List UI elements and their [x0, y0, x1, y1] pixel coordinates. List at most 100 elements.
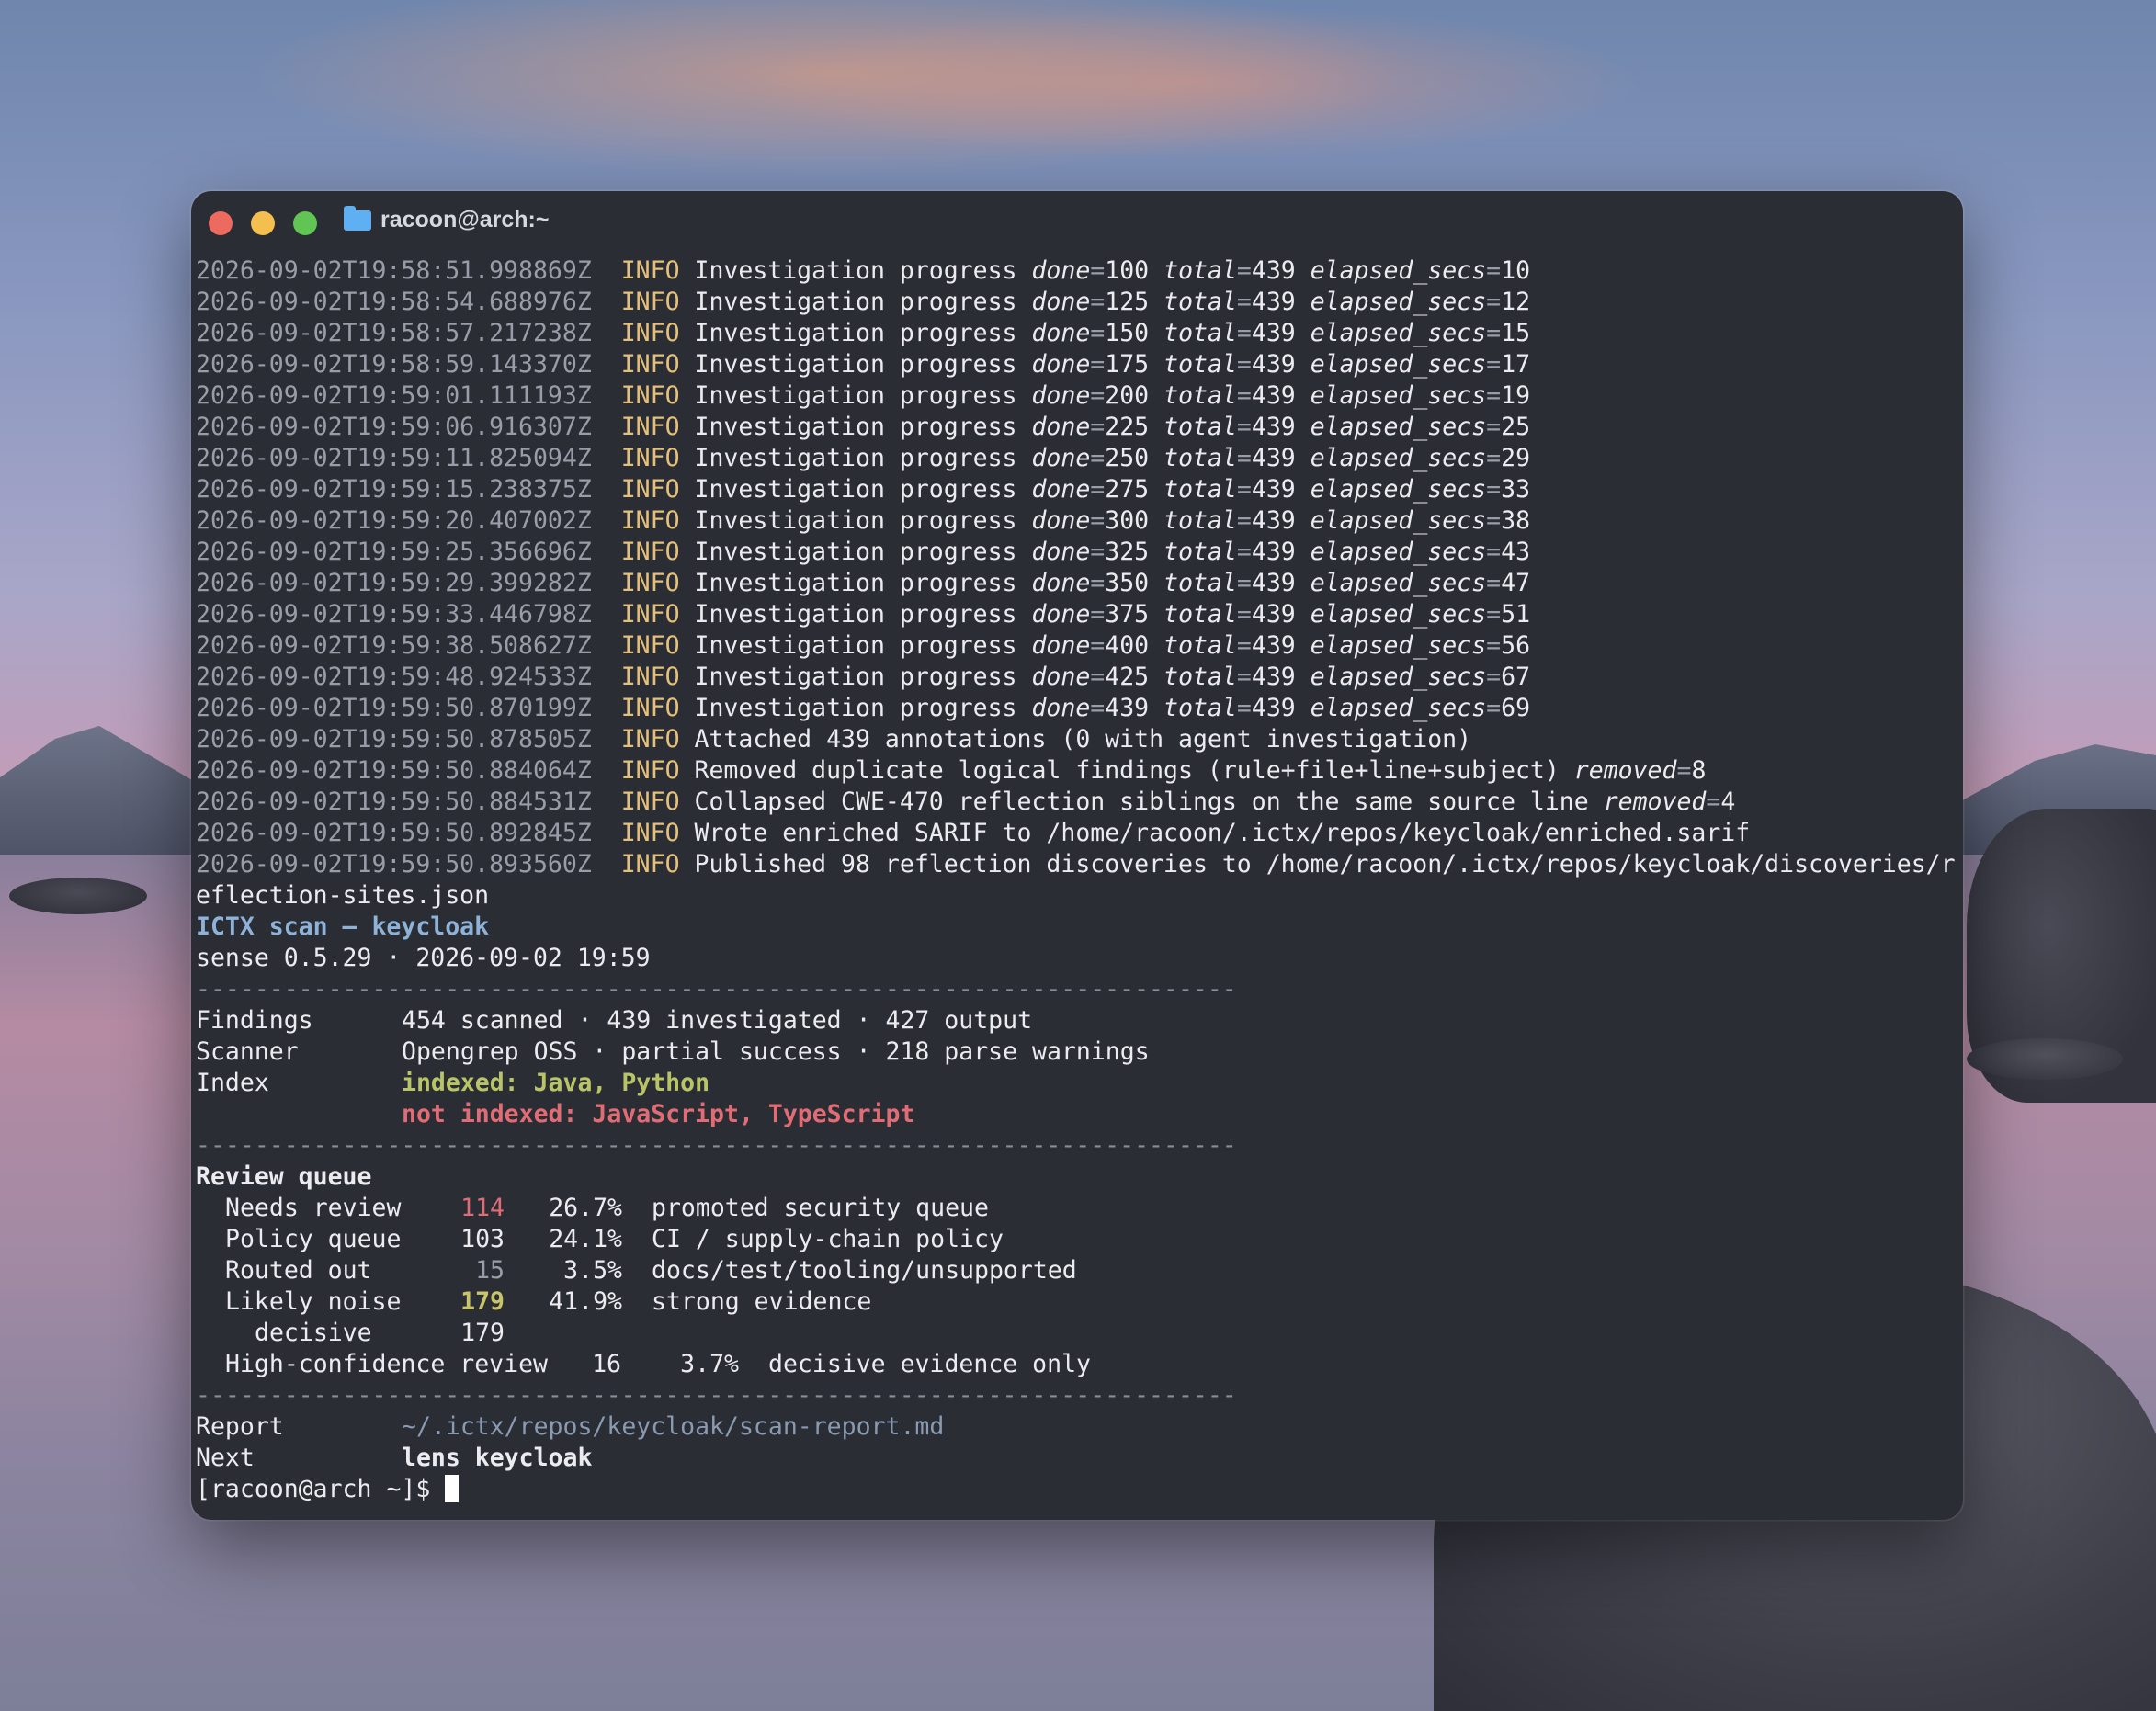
decisive-label: decisive: [255, 1319, 372, 1347]
maximize-window-button[interactable]: [293, 211, 317, 235]
log-field-eq: =: [1090, 319, 1106, 347]
log-field-key: elapsed_secs: [1310, 350, 1487, 379]
version-line: sense 0.5.29 · 2026-09-02 19:59: [196, 944, 651, 972]
log-timestamp: 2026-09-02T19:59:50.884531Z: [196, 788, 592, 816]
log-field-key: elapsed_secs: [1310, 444, 1487, 472]
log-field-value: 300: [1105, 506, 1150, 535]
divider: ----------------------------------------…: [196, 1131, 1237, 1160]
log-field-key: elapsed_secs: [1310, 631, 1487, 660]
decisive-count: 179: [460, 1319, 505, 1347]
log-field-key: done: [1031, 694, 1091, 722]
high-confidence-row: High-confidence review 16 3.7% decisive evi…: [196, 1349, 1963, 1380]
log-level: INFO: [620, 381, 680, 410]
log-field-eq: =: [1486, 413, 1502, 441]
log-field-key: elapsed_secs: [1310, 569, 1487, 597]
log-field-key: elapsed_secs: [1310, 694, 1487, 722]
log-field-key: removed: [1573, 756, 1677, 785]
log-field-key: done: [1031, 506, 1091, 535]
window-titlebar[interactable]: racoon@arch:~: [191, 191, 1963, 250]
log-timestamp: 2026-09-02T19:59:50.893560Z: [196, 850, 592, 878]
log-line: 2026-09-02T19:59:33.446798Z INFO Investi…: [196, 599, 1963, 630]
log-timestamp: 2026-09-02T19:58:59.143370Z: [196, 350, 592, 379]
log-timestamp: 2026-09-02T19:59:11.825094Z: [196, 444, 592, 472]
queue-name: Needs review: [225, 1194, 402, 1222]
log-field-eq: =: [1090, 694, 1106, 722]
high-confidence-label: High-confidence review: [225, 1350, 548, 1378]
queue-desc: docs/test/tooling/unsupported: [652, 1256, 1077, 1285]
log-field-key: total: [1163, 444, 1237, 472]
log-level: INFO: [620, 631, 680, 660]
log-field-eq: =: [1486, 569, 1502, 597]
decisive-row: decisive 179: [196, 1318, 1963, 1349]
log-field-value: 400: [1105, 631, 1150, 660]
log-message: Wrote enriched SARIF to /home/racoon/.ic…: [694, 819, 1751, 847]
log-field-value: 4: [1720, 788, 1736, 816]
log-field-value: 15: [1501, 319, 1531, 347]
log-level: INFO: [620, 569, 680, 597]
queue-row: Likely noise 179 41.9% strong evidence: [196, 1286, 1963, 1318]
log-field-eq: =: [1486, 350, 1502, 379]
log-message: Investigation progress: [694, 444, 1017, 472]
log-field-eq: =: [1236, 350, 1252, 379]
log-field-key: elapsed_secs: [1310, 663, 1487, 691]
log-message: Investigation progress: [694, 381, 1017, 410]
log-level: INFO: [620, 663, 680, 691]
log-progress-lines: 2026-09-02T19:58:51.998869Z INFO Investi…: [196, 255, 1963, 724]
report-path-link[interactable]: ~/.ictx/repos/keycloak/scan-report.md: [402, 1412, 944, 1441]
shell-prompt-line[interactable]: [racoon@arch ~]$: [196, 1474, 1963, 1505]
terminal-output[interactable]: 2026-09-02T19:58:51.998869Z INFO Investi…: [196, 255, 1963, 1505]
log-field-eq: =: [1090, 569, 1106, 597]
log-field-eq: =: [1236, 631, 1252, 660]
queue-name: Routed out: [225, 1256, 372, 1285]
log-field-value: 439: [1251, 600, 1296, 629]
next-command: lens keycloak: [402, 1444, 593, 1472]
findings-label: Findings: [196, 1006, 313, 1035]
log-field-value: 275: [1105, 475, 1150, 504]
log-message: Investigation progress: [694, 600, 1017, 629]
queue-count: 114: [460, 1194, 505, 1222]
queue-count: 103: [460, 1225, 505, 1253]
log-message: Investigation progress: [694, 538, 1017, 566]
log-line: 2026-09-02T19:58:54.688976Z INFO Investi…: [196, 287, 1963, 318]
log-field-eq: =: [1236, 569, 1252, 597]
log-field-value: 17: [1501, 350, 1531, 379]
log-timestamp: 2026-09-02T19:59:50.878505Z: [196, 725, 592, 754]
queue-pct: 24.1%: [549, 1225, 622, 1253]
next-row: Next lens keycloak: [196, 1443, 1963, 1474]
log-field-eq: =: [1236, 600, 1252, 629]
log-field-eq: =: [1236, 444, 1252, 472]
log-field-value: 43: [1501, 538, 1531, 566]
log-message: Investigation progress: [694, 350, 1017, 379]
log-field-key: done: [1031, 538, 1091, 566]
terminal-window[interactable]: racoon@arch:~ 2026-09-02T19:58:51.998869…: [191, 191, 1963, 1520]
text-cursor[interactable]: [445, 1475, 460, 1502]
log-field-eq: =: [1090, 256, 1106, 285]
log-line: 2026-09-02T19:59:38.508627Z INFO Investi…: [196, 630, 1963, 662]
log-field-key: total: [1163, 631, 1237, 660]
log-field-eq: =: [1090, 381, 1106, 410]
index-row: Index indexed: Java, Python: [196, 1068, 1963, 1099]
log-line: 2026-09-02T19:59:50.878505Z INFO Attache…: [196, 724, 1963, 755]
queue-pct: 41.9%: [549, 1287, 622, 1316]
log-field-value: 375: [1105, 600, 1150, 629]
index-label: Index: [196, 1069, 269, 1097]
log-field-eq: =: [1236, 506, 1252, 535]
log-level: INFO: [620, 538, 680, 566]
log-timestamp: 2026-09-02T19:59:01.111193Z: [196, 381, 592, 410]
scanner-label: Scanner: [196, 1037, 299, 1066]
log-field-value: 100: [1105, 256, 1150, 285]
log-line: 2026-09-02T19:59:50.884531Z INFO Collaps…: [196, 787, 1963, 818]
queue-desc: CI / supply-chain policy: [652, 1225, 1004, 1253]
log-field-key: total: [1163, 413, 1237, 441]
log-field-key: total: [1163, 506, 1237, 535]
log-tail-lines: 2026-09-02T19:59:50.878505Z INFO Attache…: [196, 724, 1963, 880]
review-queue-title: Review queue: [196, 1162, 372, 1191]
queue-count: 179: [460, 1287, 505, 1316]
log-field-value: 425: [1105, 663, 1150, 691]
close-window-button[interactable]: [209, 211, 233, 235]
log-field-eq: =: [1486, 256, 1502, 285]
minimize-window-button[interactable]: [251, 211, 275, 235]
log-field-key: done: [1031, 444, 1091, 472]
log-field-value: 439: [1251, 288, 1296, 316]
wallpaper-rock: [9, 878, 147, 914]
